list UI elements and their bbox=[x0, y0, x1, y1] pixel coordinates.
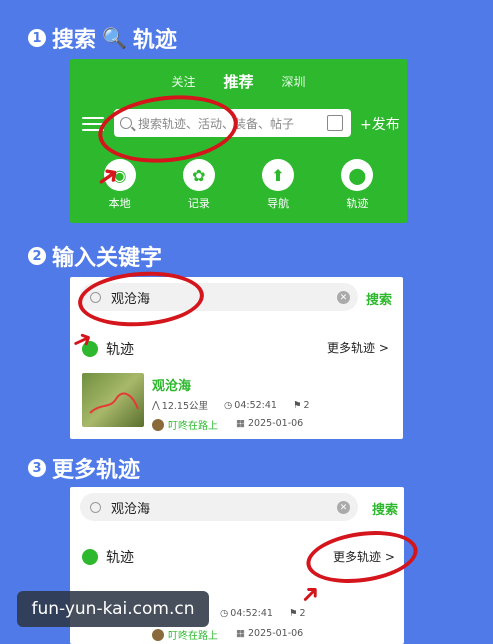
search-query: 观沧海 bbox=[111, 501, 151, 517]
track-thumbnail[interactable] bbox=[82, 373, 144, 427]
track-icon bbox=[82, 549, 98, 565]
search-button[interactable]: 搜索 bbox=[372, 499, 398, 518]
result-title[interactable]: 观沧海 bbox=[152, 375, 191, 394]
flag-icon: ⚑ bbox=[288, 608, 298, 619]
calendar-icon: ▦ bbox=[236, 628, 245, 639]
distance-icon: ⋀ bbox=[152, 399, 160, 411]
calendar-icon: ▦ bbox=[236, 418, 245, 429]
step-3-title: 3 更多轨迹 bbox=[28, 452, 140, 484]
result-user[interactable]: 叮咚在路上 bbox=[152, 627, 218, 642]
avatar bbox=[152, 418, 164, 431]
clear-icon[interactable]: ✕ bbox=[337, 501, 350, 514]
tab-following[interactable]: 关注 bbox=[171, 73, 195, 90]
tab-recommend[interactable]: 推荐 bbox=[223, 71, 253, 92]
search-icon bbox=[90, 501, 101, 513]
distance: ⋀ 12.15公里 bbox=[152, 399, 208, 413]
track-section-header: 轨迹 bbox=[82, 547, 134, 567]
count: ⚑ 2 bbox=[288, 608, 306, 619]
arrow-up-icon: ⬆ bbox=[262, 159, 295, 191]
search-button[interactable]: 搜索 bbox=[366, 289, 392, 308]
result-date: ▦ 2025-01-06 bbox=[236, 418, 304, 429]
step-number: 1 bbox=[28, 29, 46, 47]
footprint-icon: ✿ bbox=[182, 159, 215, 191]
result-meta: ◷ 04:52:41 ⚑ 2 bbox=[220, 608, 306, 619]
result-user[interactable]: 叮咚在路上 bbox=[152, 417, 218, 432]
clock-icon: ◷ bbox=[224, 399, 233, 411]
tab-bar: 关注 推荐 深圳 bbox=[70, 71, 407, 92]
result-date: ▦ 2025-01-06 bbox=[236, 628, 304, 639]
tab-shenzhen[interactable]: 深圳 bbox=[282, 73, 306, 90]
result-meta: ⋀ 12.15公里 ◷ 04:52:41 ⚑ 2 bbox=[152, 398, 310, 413]
duration: ◷ 04:52:41 bbox=[224, 399, 277, 411]
scan-icon[interactable] bbox=[327, 115, 343, 131]
map-pin-icon: ⬤ bbox=[341, 159, 374, 191]
duration: ◷ 04:52:41 bbox=[220, 608, 273, 619]
step-1-title: 1 搜索 🔍 轨迹 bbox=[28, 22, 177, 54]
count: ⚑ 2 bbox=[292, 399, 310, 411]
publish-button[interactable]: +发布 bbox=[360, 114, 400, 134]
step-2-title: 2 输入关键字 bbox=[28, 240, 162, 272]
nav-navigation[interactable]: ⬆ 导航 bbox=[262, 159, 295, 211]
clear-icon[interactable]: ✕ bbox=[337, 291, 350, 304]
clock-icon: ◷ bbox=[220, 608, 229, 619]
magnifier-icon: 🔍 bbox=[102, 26, 127, 50]
nav-record[interactable]: ✿ 记录 bbox=[182, 159, 215, 211]
avatar bbox=[152, 628, 164, 641]
search-field[interactable]: 观沧海 ✕ bbox=[80, 493, 358, 521]
watermark: fun-yun-kai.com.cn bbox=[17, 591, 209, 627]
more-tracks-link[interactable]: 更多轨迹 > bbox=[327, 339, 389, 356]
flag-icon: ⚑ bbox=[292, 399, 302, 411]
nav-track[interactable]: ⬤ 轨迹 bbox=[341, 159, 374, 211]
